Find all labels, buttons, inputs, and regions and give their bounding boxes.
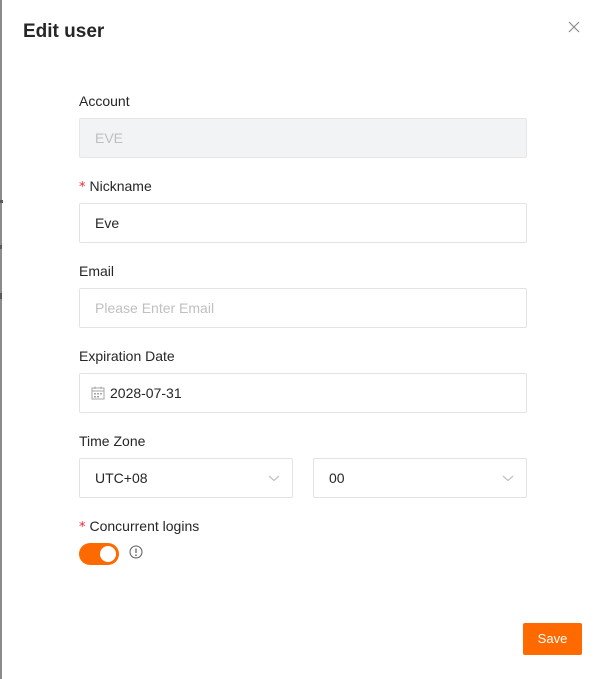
expiration-date-label: Expiration Date: [79, 348, 175, 364]
close-icon: [568, 21, 580, 33]
time-zone-label: Time Zone: [79, 433, 146, 449]
required-marker: *: [79, 180, 86, 195]
time-zone-minutes-value: 00: [329, 470, 345, 486]
edit-user-modal: Edit user Account EVE * Nickname Eve Emai…: [0, 0, 602, 679]
email-placeholder: Please Enter Email: [95, 300, 215, 316]
nickname-field[interactable]: Eve: [79, 203, 527, 243]
time-zone-hours-select[interactable]: UTC+08: [79, 458, 293, 498]
toggle-knob: [100, 546, 116, 562]
background-page-edge: [0, 0, 2, 679]
background-page-fragment: [0, 293, 2, 299]
account-value: EVE: [95, 130, 124, 146]
chevron-down-icon: [268, 475, 280, 482]
info-icon[interactable]: [129, 545, 143, 559]
nickname-label: * Nickname: [79, 177, 152, 197]
concurrent-logins-label: * Concurrent logins: [79, 517, 199, 537]
close-button[interactable]: [566, 19, 582, 35]
chevron-down-icon: [502, 475, 514, 482]
concurrent-logins-toggle[interactable]: [79, 543, 119, 565]
email-field[interactable]: Please Enter Email: [79, 288, 527, 328]
background-page-fragment: [0, 245, 2, 249]
account-label: Account: [79, 93, 130, 109]
modal-title: Edit user: [23, 21, 105, 42]
calendar-icon: [91, 386, 105, 400]
expiration-date-picker[interactable]: 2028-07-31: [79, 373, 527, 413]
save-button[interactable]: Save: [523, 623, 582, 655]
account-field: EVE: [79, 118, 527, 158]
background-page-fragment: [0, 200, 3, 203]
nickname-value: Eve: [95, 215, 120, 231]
expiration-date-value: 2028-07-31: [110, 385, 182, 401]
email-label: Email: [79, 263, 115, 279]
required-marker: *: [79, 520, 86, 535]
time-zone-minutes-select[interactable]: 00: [313, 458, 527, 498]
time-zone-hours-value: UTC+08: [95, 470, 148, 486]
concurrent-logins-label-text: Concurrent logins: [89, 518, 200, 534]
nickname-label-text: Nickname: [89, 178, 152, 194]
